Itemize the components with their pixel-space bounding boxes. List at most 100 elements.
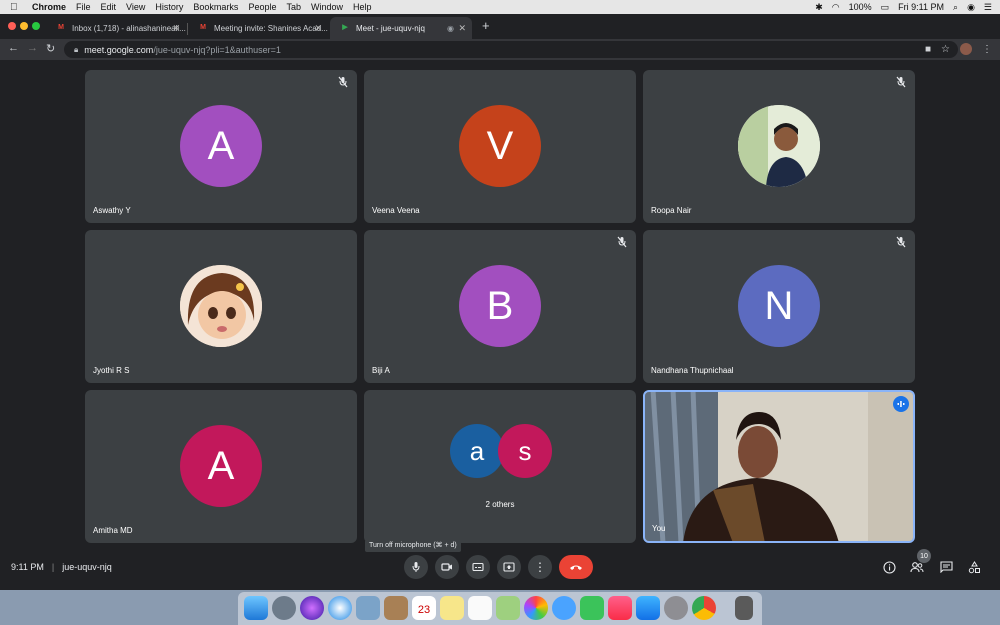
bluetooth-icon[interactable]: ✱ — [815, 2, 823, 13]
system-preferences-icon[interactable] — [664, 596, 688, 620]
bookmark-star-icon[interactable]: ☆ — [941, 44, 950, 55]
mac-menu-bar:  Chrome File Edit View History Bookmark… — [0, 0, 1000, 14]
meet-icon: ▶ — [342, 24, 348, 31]
siri-icon[interactable] — [300, 596, 324, 620]
menu-file[interactable]: File — [76, 2, 91, 12]
minimize-window-button[interactable] — [20, 22, 28, 30]
close-tab-icon[interactable]: ✕ — [314, 23, 322, 34]
menu-clock[interactable]: Fri 9:11 PM — [898, 2, 944, 12]
preview-icon[interactable] — [356, 596, 380, 620]
finder-icon[interactable] — [244, 596, 268, 620]
maps-icon[interactable] — [496, 596, 520, 620]
more-vert-icon: ⋮ — [534, 560, 546, 574]
user-icon[interactable]: ◉ — [967, 2, 975, 13]
participant-tile[interactable]: A Amitha MD — [85, 390, 357, 543]
menu-bookmarks[interactable]: Bookmarks — [193, 2, 238, 12]
leave-call-button[interactable] — [559, 555, 593, 579]
notes-icon[interactable] — [440, 596, 464, 620]
meeting-time: 9:11 PM — [11, 562, 44, 572]
lock-icon[interactable]: 🔒︎ — [74, 45, 78, 55]
url-host: meet.google.com — [84, 44, 154, 55]
facetime-icon[interactable] — [580, 596, 604, 620]
menu-window[interactable]: Window — [311, 2, 343, 12]
info-icon — [882, 560, 896, 574]
participant-tile[interactable]: Roopa Nair — [643, 70, 915, 223]
participant-name: Amitha MD — [93, 526, 133, 535]
chat-button[interactable] — [938, 559, 954, 575]
close-window-button[interactable] — [8, 22, 16, 30]
others-count-label: 2 others — [485, 500, 515, 509]
meeting-details-button[interactable] — [881, 559, 897, 575]
battery-percent: 100% — [848, 2, 872, 12]
trash-icon[interactable] — [735, 596, 753, 620]
gmail-icon: M — [200, 24, 206, 31]
self-video-tile[interactable]: You — [643, 390, 915, 543]
music-icon[interactable] — [608, 596, 632, 620]
new-tab-button[interactable]: + — [482, 18, 490, 33]
captions-button[interactable] — [466, 555, 490, 579]
forward-arrow-icon[interactable]: → — [27, 42, 38, 54]
camera-button[interactable] — [435, 555, 459, 579]
participant-tile[interactable]: V Veena Veena — [364, 70, 636, 223]
microphone-button[interactable] — [404, 555, 428, 579]
others-tile[interactable]: a s 2 others — [364, 390, 636, 543]
participant-tile[interactable]: N Nandhana Thupnichaal — [643, 230, 915, 383]
address-bar[interactable]: 🔒︎ meet.google.com /jue-uquv-njq?pli=1&a… — [64, 41, 958, 58]
chrome-icon[interactable] — [692, 596, 716, 620]
chrome-menu-icon[interactable]: ⋮ — [982, 44, 992, 55]
wifi-icon[interactable]: ◠ — [832, 2, 840, 13]
participant-count-badge: 10 — [917, 549, 931, 563]
url-path: /jue-uquv-njq?pli=1&authuser=1 — [153, 44, 281, 55]
participant-avatar: B — [459, 265, 541, 347]
activities-button[interactable] — [966, 559, 982, 575]
menu-people[interactable]: People — [248, 2, 276, 12]
zoom-window-button[interactable] — [32, 22, 40, 30]
tab-meet[interactable]: ▶ Meet - jue-uquv-njq ◉ ✕ — [330, 17, 472, 39]
menu-view[interactable]: View — [126, 2, 145, 12]
close-tab-icon[interactable]: ✕ — [172, 23, 180, 34]
participant-tile[interactable]: Jyothi R S — [85, 230, 357, 383]
safari-icon[interactable] — [328, 596, 352, 620]
spotlight-icon[interactable]: ⌕ — [953, 2, 958, 13]
app-store-icon[interactable] — [636, 596, 660, 620]
menu-edit[interactable]: Edit — [101, 2, 117, 12]
menu-history[interactable]: History — [155, 2, 183, 12]
tab-inbox[interactable]: M Inbox (1,718) - alinashanineali... ✕ — [46, 17, 186, 39]
camera-in-use-icon[interactable]: ■ — [925, 44, 931, 55]
more-options-button[interactable]: ⋮ — [528, 555, 552, 579]
divider: | — [51, 562, 55, 572]
reminders-icon[interactable] — [468, 596, 492, 620]
participant-tile[interactable]: B Biji A — [364, 230, 636, 383]
participant-tile[interactable]: A Aswathy Y — [85, 70, 357, 223]
photos-icon[interactable] — [524, 596, 548, 620]
tab-meeting-invite[interactable]: M Meeting invite: Shanines Acad... ✕ — [188, 17, 328, 39]
messages-icon[interactable] — [552, 596, 576, 620]
control-center-icon[interactable]: ☰ — [984, 2, 992, 13]
participant-name: Veena Veena — [372, 206, 420, 215]
apple-menu-icon[interactable]:  — [10, 2, 24, 13]
notefile-icon[interactable] — [384, 596, 408, 620]
present-button[interactable] — [497, 555, 521, 579]
participant-photo — [180, 265, 262, 347]
mic-muted-icon — [338, 76, 348, 88]
menu-app-name[interactable]: Chrome — [32, 2, 66, 12]
launchpad-icon[interactable] — [272, 596, 296, 620]
present-screen-icon — [503, 562, 515, 572]
profile-avatar[interactable] — [960, 43, 972, 55]
back-arrow-icon[interactable]: ← — [8, 42, 19, 54]
macos-dock: 23 — [238, 592, 762, 625]
participant-photo — [738, 105, 820, 187]
mic-muted-icon — [896, 236, 906, 248]
camera-icon — [441, 563, 452, 571]
meet-stage: A Aswathy Y V Veena Veena Roopa Nair Jyo… — [0, 60, 1000, 590]
calendar-icon[interactable]: 23 — [412, 596, 436, 620]
close-tab-icon[interactable]: ✕ — [458, 23, 466, 34]
participant-name: Biji A — [372, 366, 390, 375]
menu-help[interactable]: Help — [353, 2, 372, 12]
tab-label: Meet - jue-uquv-njq — [356, 23, 425, 33]
menu-tab[interactable]: Tab — [286, 2, 301, 12]
reload-icon[interactable]: ↻ — [46, 42, 55, 55]
battery-icon[interactable]: ▭ — [881, 2, 890, 13]
participant-name: Jyothi R S — [93, 366, 130, 375]
activities-shapes-icon — [968, 560, 980, 573]
